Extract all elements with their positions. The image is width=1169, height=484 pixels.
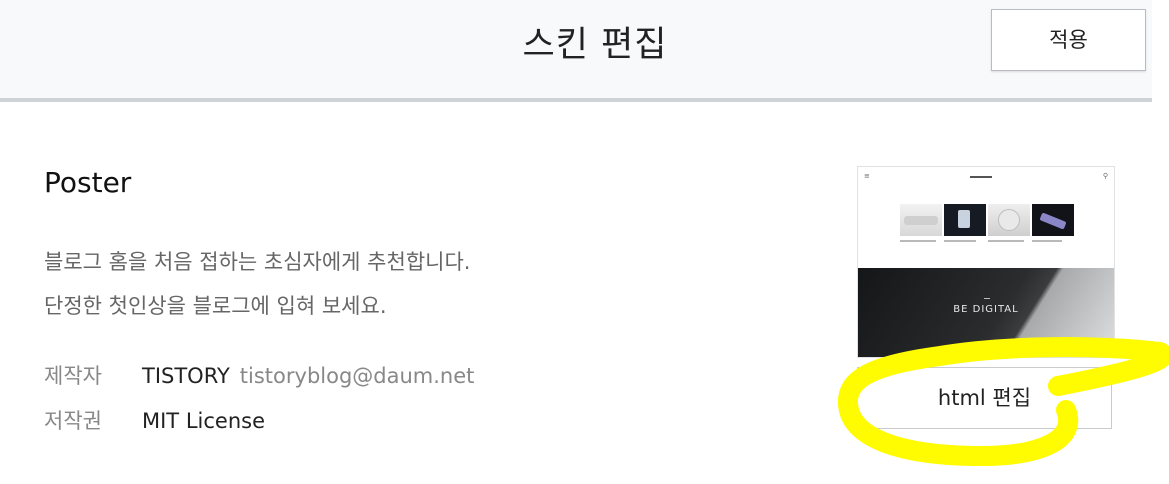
skin-name: Poster [44, 166, 132, 199]
thumbnail-hero-text: BE DIGITAL [953, 304, 1019, 315]
post-thumb-1 [900, 204, 942, 236]
search-icon: ⚲ [1102, 172, 1108, 180]
skin-thumbnail: ≡ ⚲ BE DIGITAL [857, 166, 1115, 358]
skin-description: 블로그 홈을 처음 접하는 초심자에게 추천합니다. 단정한 첫인상을 블로그에… [44, 240, 470, 328]
author-row: 제작자 TISTORY tistoryblog@daum.net [44, 360, 474, 390]
license-row: 저작권 MIT License [44, 405, 265, 435]
thumbnail-top: ≡ ⚲ [858, 167, 1114, 268]
thumbnail-logo [970, 176, 992, 178]
apply-button[interactable]: 적용 [991, 9, 1146, 71]
post-thumb-3 [988, 204, 1030, 236]
author-value: TISTORY [142, 364, 230, 388]
license-label: 저작권 [44, 409, 102, 433]
description-line-1: 블로그 홈을 처음 접하는 초심자에게 추천합니다. [44, 250, 471, 274]
author-label: 제작자 [44, 364, 102, 388]
post-thumb-2 [944, 204, 986, 236]
header-bar: 스킨 편집 적용 [0, 0, 1152, 102]
description-line-2: 단정한 첫인상을 블로그에 입혀 보세요. [44, 294, 387, 318]
license-value: MIT License [142, 409, 265, 433]
html-edit-button[interactable]: html 편집 [857, 367, 1112, 429]
post-thumb-4 [1032, 204, 1074, 236]
thumbnail-hero: BE DIGITAL [858, 268, 1114, 357]
author-email: tistoryblog@daum.net [239, 364, 475, 388]
hamburger-icon: ≡ [864, 172, 870, 180]
